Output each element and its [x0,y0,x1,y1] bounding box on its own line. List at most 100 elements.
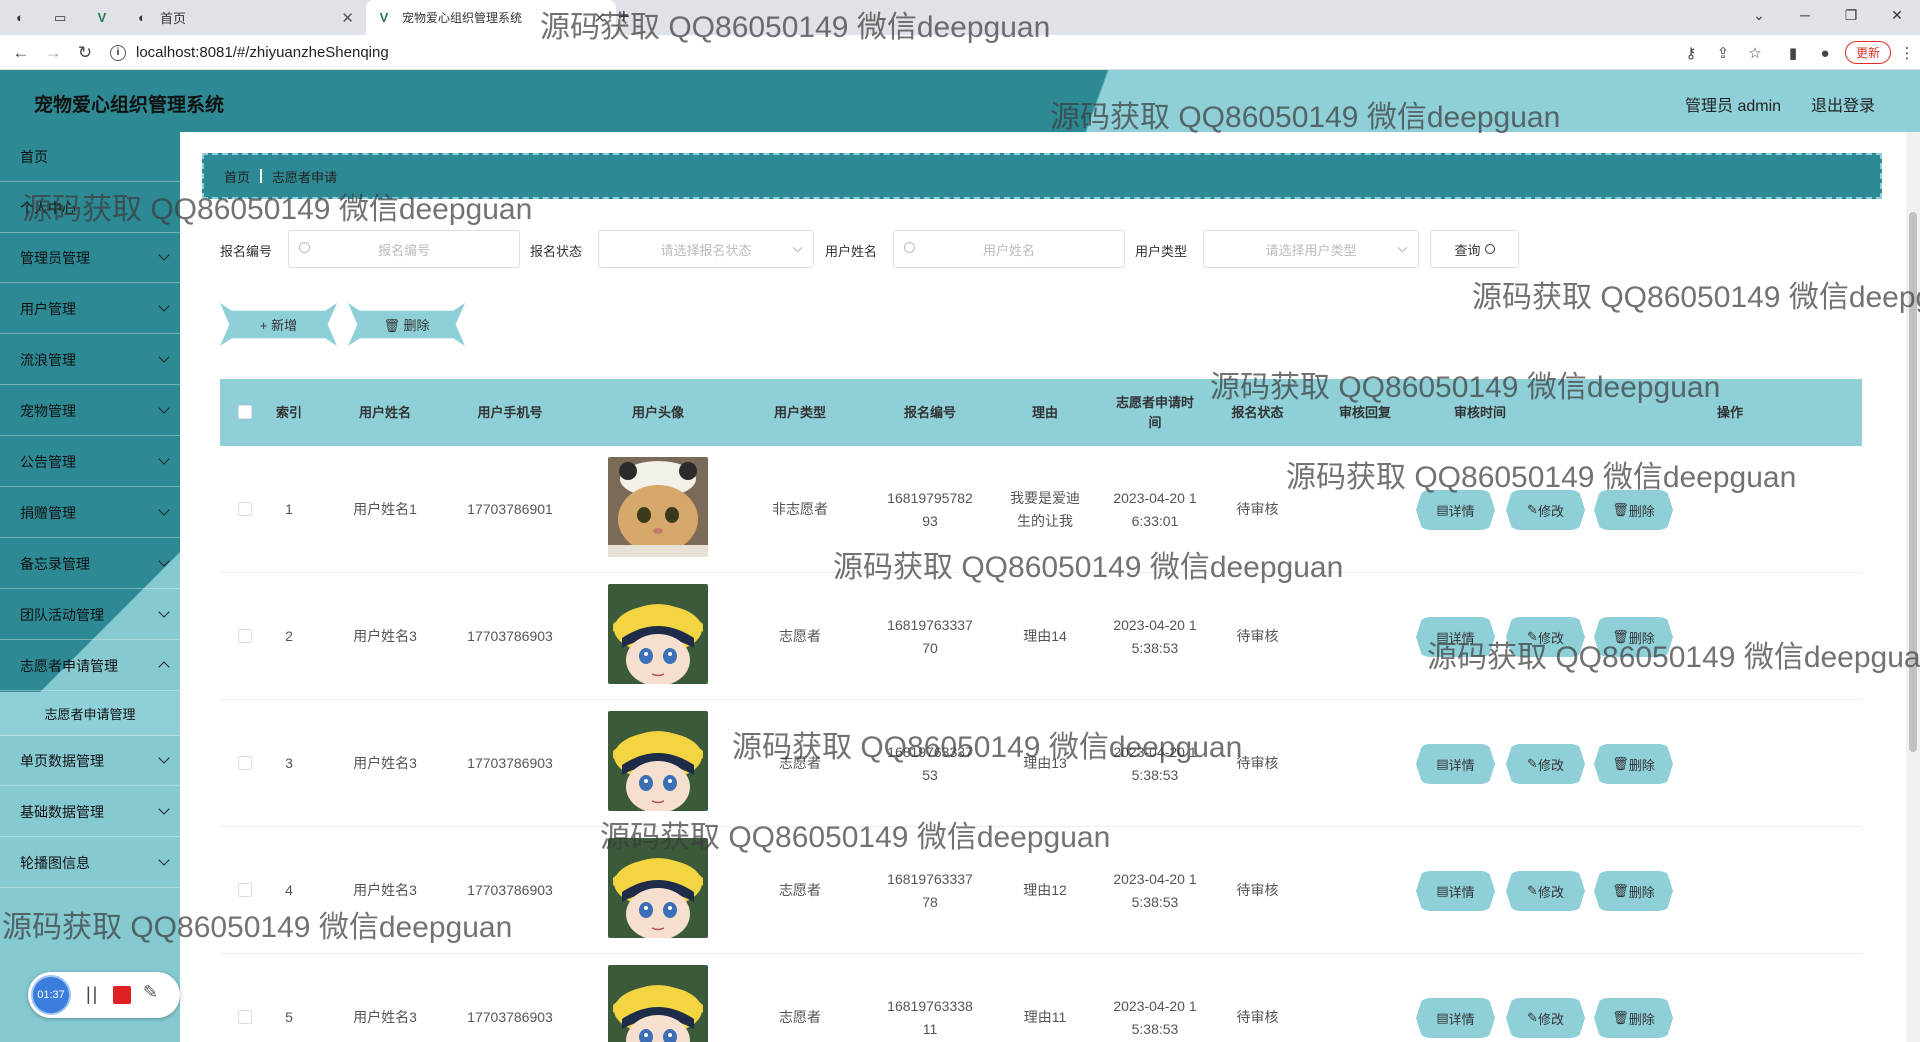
pen-icon[interactable]: ✎ [143,982,158,1003]
cell-code: 16819763337 53 [887,744,973,783]
tab-search-icon[interactable]: ⌄ [1736,0,1782,30]
edit-button[interactable]: ✎ 修改 [1506,617,1585,657]
sidebar-subitem-volunteer-apply[interactable]: 志愿者申请管理 [0,692,180,736]
close-tab-icon[interactable]: ✕ [593,9,606,27]
watermark: 源码获取 QQ86050149 微信deepguan [1472,281,1920,314]
bookmark-star-icon[interactable]: ☆ [1744,42,1766,64]
edit-button[interactable]: ✎ 修改 [1506,490,1585,530]
browser-tab-1[interactable]: ◐ [14,0,36,35]
back-icon[interactable]: ← [10,42,32,64]
sidebar-item-6[interactable]: 公告管理 [0,437,180,487]
url-field[interactable]: i localhost:8081/#/zhiyuanzheShenqing [110,40,1670,65]
row-checkbox[interactable] [238,1010,252,1024]
cell-apply-time: 2023-04-20 1 5:38:53 [1113,744,1197,783]
breadcrumb-separator [260,169,263,183]
browser-tab-label: 宠物爱心组织管理系统 [402,11,523,25]
detail-button[interactable]: ▤ 详情 [1416,998,1495,1038]
browser-tab-active[interactable]: V 宠物爱心组织管理系统 ✕ [366,0,616,35]
cell-code: 16819763337 70 [887,617,973,656]
browser-menu-icon[interactable]: ⋮ [1896,42,1918,64]
sidebar-item-2[interactable]: 管理员管理 [0,233,180,283]
col-review-time: 审核时间 [1453,404,1506,420]
edit-button[interactable]: ✎ 修改 [1506,871,1585,911]
restore-icon[interactable]: ❐ [1828,0,1874,30]
cell-status: 待审核 [1236,882,1279,899]
op-label: 详情 [1448,630,1475,646]
user-avatar [608,965,708,1042]
detail-button[interactable]: ▤ 详情 [1416,871,1495,911]
detail-button[interactable]: ▤ 详情 [1416,490,1495,530]
forward-icon[interactable]: → [42,42,64,64]
sidebar-item-0[interactable]: 首页 [0,132,180,182]
site-info-icon[interactable]: i [110,44,126,61]
cell-name: 用户姓名3 [353,755,417,772]
sidebar: 首页 个人中心 管理员管理 用户管理 流浪管理 宠物管理 公告管理 捐赠管理 备忘录管理 团队活动… [0,132,180,1042]
op-label: 修改 [1537,884,1564,900]
row-checkbox[interactable] [238,629,252,643]
chevron-down-icon [158,249,170,261]
sidebar-item-13[interactable]: 基础数据管理 [0,787,180,837]
delete-button[interactable]: 🗑 删除 [1594,490,1673,530]
browser-tab-3[interactable]: V [96,0,118,35]
sidepanel-icon[interactable]: ▮ [1782,42,1804,64]
address-bar-row: ← → ↻ i localhost:8081/#/zhiyuanzheShenq… [0,35,1920,70]
code-input[interactable]: 报名编号 [288,230,520,268]
row-checkbox[interactable] [238,883,252,897]
reload-icon[interactable]: ↻ [74,42,96,64]
delete-button[interactable]: 🗑 删除 [1594,744,1673,784]
stop-icon[interactable] [113,986,131,1004]
select-all-checkbox[interactable] [238,405,252,419]
sidebar-item-14[interactable]: 轮播图信息 [0,838,180,888]
page-scrollbar[interactable] [1906,132,1920,1042]
delete-button[interactable]: 🗑 删除 [1594,617,1673,657]
close-tab-icon[interactable]: ✕ [341,9,354,27]
recorder-timer[interactable]: 01:37 [31,975,71,1015]
browser-tab-2[interactable]: ▭ [54,0,76,35]
new-tab-button[interactable]: + [618,0,640,35]
col-name: 用户姓名 [358,404,411,420]
add-button[interactable]: + 新增 [220,303,337,346]
sidebar-item-10[interactable]: 志愿者申请管理 [0,641,180,691]
detail-button[interactable]: ▤ 详情 [1416,744,1495,784]
name-placeholder: 用户姓名 [982,242,1035,258]
key-icon[interactable]: ⚷ [1680,42,1702,64]
chevron-down-icon [158,752,170,764]
sidebar-item-3[interactable]: 用户管理 [0,284,180,334]
sidebar-item-12[interactable]: 单页数据管理 [0,736,180,786]
sidebar-item-7[interactable]: 捐赠管理 [0,488,180,538]
sidebar-item-8[interactable]: 备忘录管理 [0,539,180,589]
browser-tab-home[interactable]: ◐ 首页 ✕ [134,0,364,35]
row-checkbox[interactable] [238,756,252,770]
logout-link[interactable]: 退出登录 [1811,92,1875,116]
status-select[interactable]: 请选择报名状态 [598,230,814,268]
share-icon[interactable]: ⇪ [1712,42,1734,64]
op-label: 详情 [1448,1011,1475,1027]
sidebar-item-4[interactable]: 流浪管理 [0,335,180,385]
edit-button[interactable]: ✎ 修改 [1506,998,1585,1038]
close-window-icon[interactable]: ✕ [1874,0,1920,30]
pause-icon[interactable]: || [86,984,99,1005]
pencil-icon: ✎ [1527,629,1538,644]
browser-update-button[interactable]: 更新 [1845,41,1892,64]
minimize-icon[interactable]: ─ [1782,0,1828,30]
profile-icon[interactable]: ● [1814,42,1836,64]
delete-button[interactable]: 🗑 删除 [1594,998,1673,1038]
scrollbar-thumb[interactable] [1909,212,1917,752]
sidebar-item-1[interactable]: 个人中心 [0,183,180,233]
table-row: 3 用户姓名3 17703786903 志愿者 16819763337 53 理由13 20… [220,700,1862,827]
detail-button[interactable]: ▤ 详情 [1416,617,1495,657]
breadcrumb-home[interactable]: 首页 [224,167,250,186]
batch-delete-button[interactable]: 🗑 删除 [348,303,465,346]
sidebar-item-5[interactable]: 宠物管理 [0,386,180,436]
query-button[interactable]: 查询 [1430,230,1519,268]
edit-button[interactable]: ✎ 修改 [1506,744,1585,784]
document-icon: ▤ [1436,1010,1449,1025]
delete-button[interactable]: 🗑 删除 [1594,871,1673,911]
user-avatar [608,584,708,684]
usertype-select[interactable]: 请选择用户类型 [1203,230,1419,268]
vue-icon: V [97,10,107,25]
row-checkbox[interactable] [238,502,252,516]
table-header: 索引 用户姓名 用户手机号 用户头像 用户类型 报名编号 理由 志愿者申请时间 … [220,379,1862,446]
sidebar-item-9[interactable]: 团队活动管理 [0,590,180,640]
name-input[interactable]: 用户姓名 [893,230,1125,268]
